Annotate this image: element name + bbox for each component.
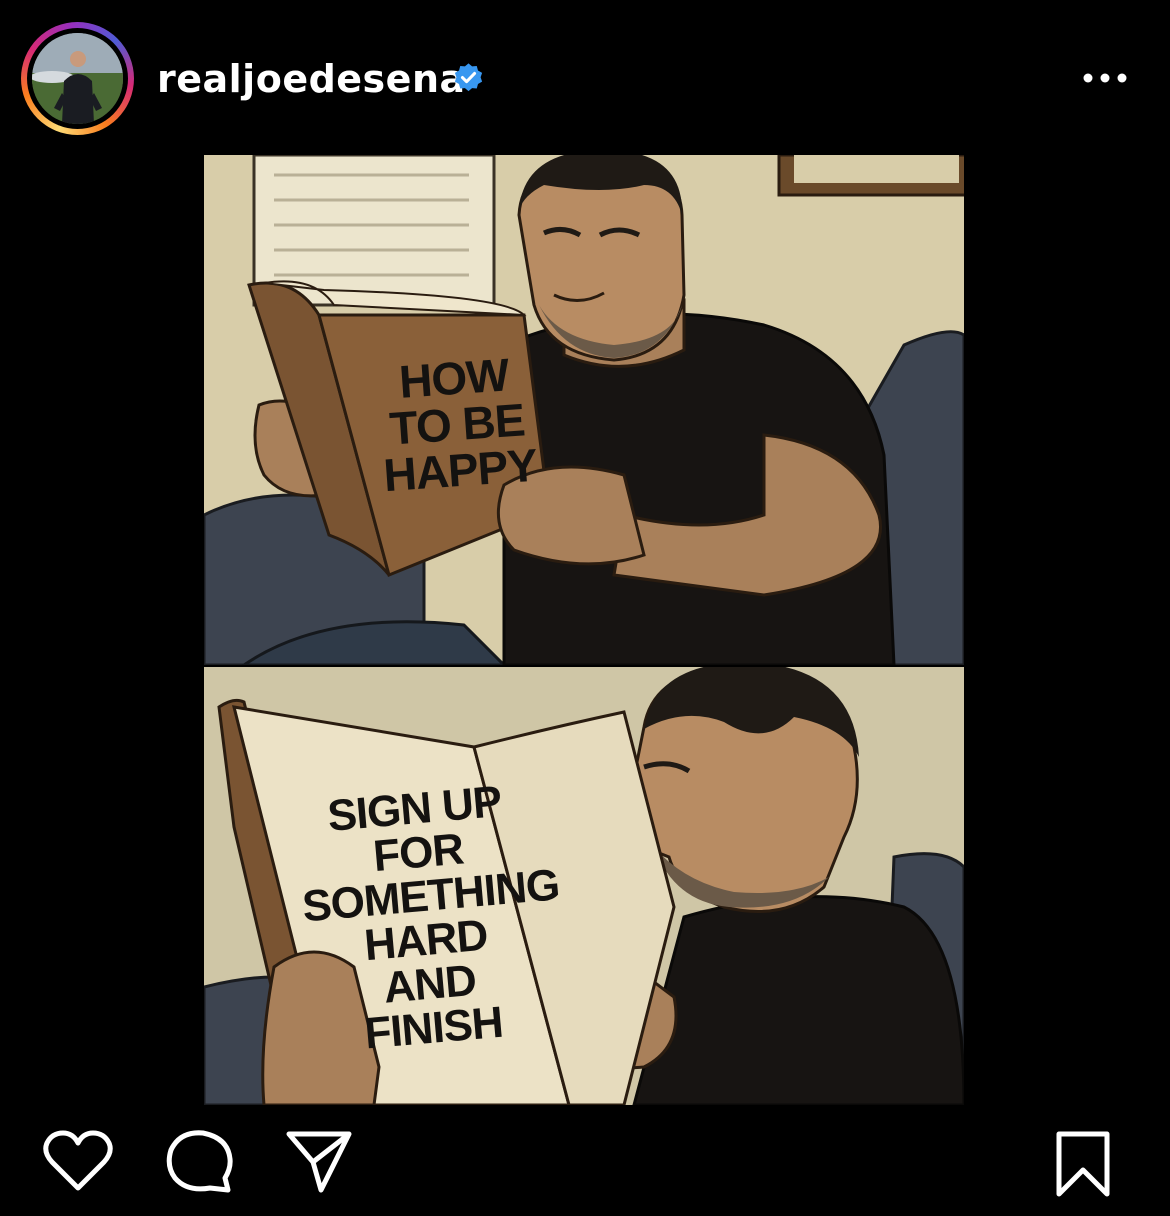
post-header: realjoedesena: [0, 0, 1170, 150]
bookmark-icon[interactable]: [1053, 1130, 1113, 1198]
meme-panel-bottom: SIGN UP FOR SOMETHING HARD AND FINISH: [204, 667, 964, 1105]
comment-icon[interactable]: [165, 1128, 233, 1194]
book-page-text: SIGN UP FOR SOMETHING HARD AND FINISH: [300, 776, 562, 1059]
top-panel-illustration: [204, 155, 964, 665]
avatar[interactable]: [32, 33, 123, 124]
username[interactable]: realjoedesena: [157, 56, 466, 102]
post-image[interactable]: HOW TO BE HAPPY SIGN UP FOR SOMETHING HA…: [204, 155, 964, 1105]
story-ring[interactable]: [21, 22, 134, 135]
heart-icon[interactable]: [43, 1130, 113, 1192]
post-actions: [0, 1120, 1170, 1210]
more-options-icon[interactable]: [1080, 66, 1130, 90]
book-cover-title: HOW TO BE HAPPY: [381, 348, 539, 502]
send-icon[interactable]: [285, 1130, 353, 1194]
avatar-photo: [32, 33, 123, 124]
verified-badge-icon: [454, 63, 483, 92]
meme-panel-top: HOW TO BE HAPPY: [204, 155, 964, 665]
